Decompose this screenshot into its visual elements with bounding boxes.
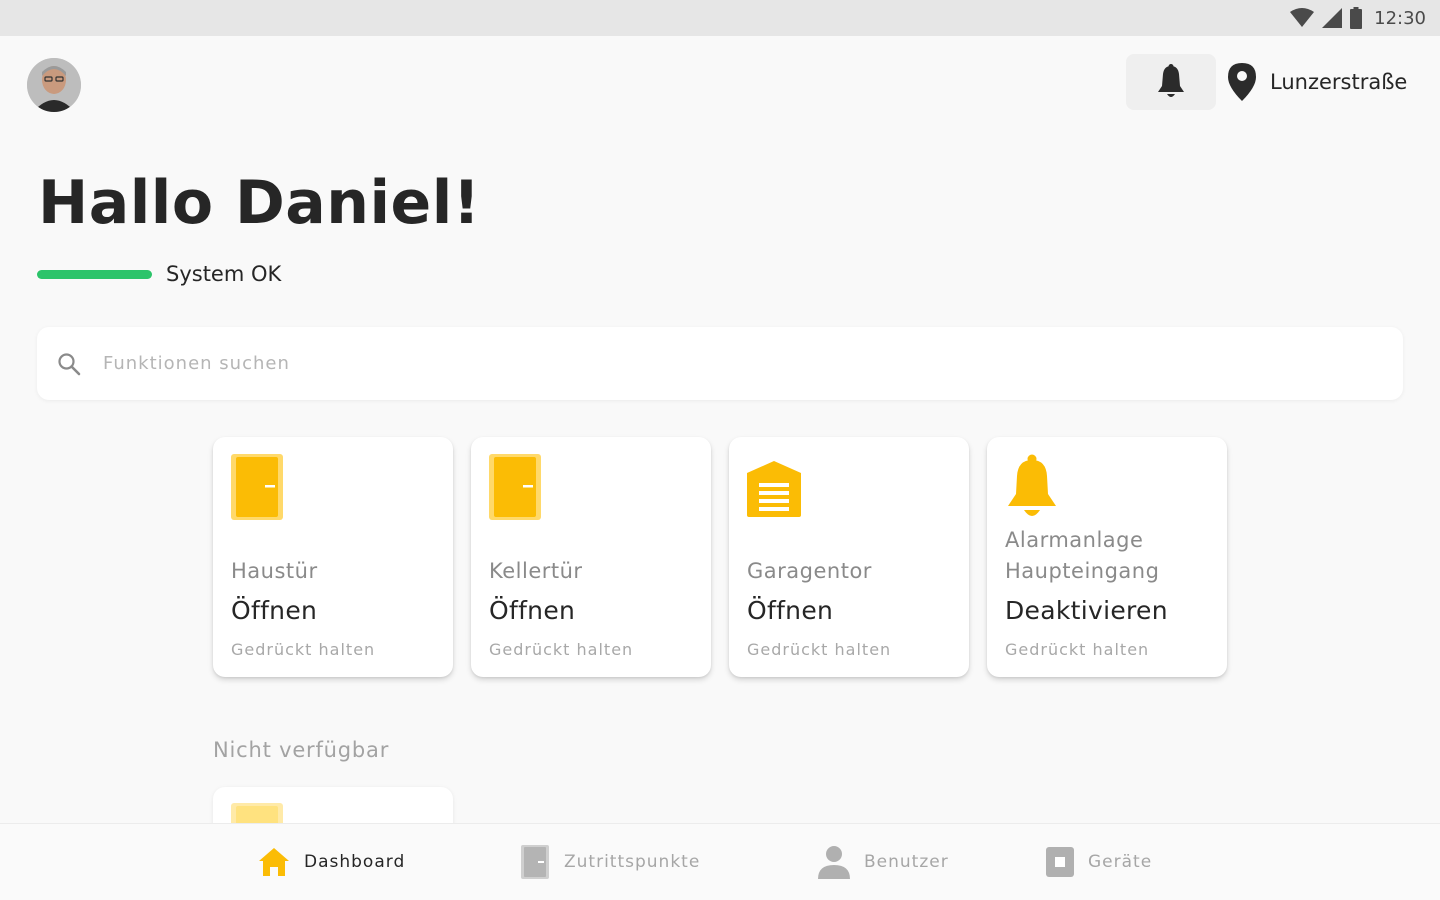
section-title-unavailable: Nicht verfügbar xyxy=(213,738,390,762)
location-pin-icon xyxy=(1228,63,1256,101)
card-action: Öffnen xyxy=(489,596,576,625)
card-action: Öffnen xyxy=(231,596,318,625)
nav-label: Dashboard xyxy=(304,852,406,872)
function-card-haustuer[interactable]: Haustür Öffnen Gedrückt halten xyxy=(213,437,453,677)
bell-icon xyxy=(1158,64,1184,97)
avatar[interactable] xyxy=(27,58,81,112)
door-icon xyxy=(231,454,283,520)
home-icon xyxy=(259,848,289,876)
card-name: Alarmanlage Haupteingang xyxy=(1005,528,1160,583)
location-selector[interactable]: Lunzerstraße xyxy=(1228,60,1407,104)
search-input[interactable] xyxy=(103,353,1303,374)
user-icon xyxy=(818,846,850,879)
nav-item-zutrittspunkte[interactable]: Zutrittspunkte xyxy=(520,844,700,880)
card-name: Kellertür xyxy=(489,559,583,583)
nav-item-geraete[interactable]: Geräte xyxy=(1046,844,1152,880)
door-icon xyxy=(489,454,541,520)
card-name: Haustür xyxy=(231,559,318,583)
system-status: System OK xyxy=(37,262,281,286)
status-text: System OK xyxy=(166,262,282,286)
search-icon xyxy=(58,352,81,375)
nav-label: Benutzer xyxy=(864,852,949,872)
card-action: Deaktivieren xyxy=(1005,596,1168,625)
card-hint: Gedrückt halten xyxy=(1005,640,1150,659)
search-bar[interactable] xyxy=(37,327,1403,400)
nav-label: Geräte xyxy=(1088,852,1153,872)
function-card-kellertuer[interactable]: Kellertür Öffnen Gedrückt halten xyxy=(471,437,711,677)
avatar-image xyxy=(27,58,81,112)
door-icon xyxy=(521,845,549,879)
wifi-icon xyxy=(1290,8,1315,27)
nav-item-dashboard[interactable]: Dashboard xyxy=(258,844,405,880)
card-hint: Gedrückt halten xyxy=(489,640,634,659)
location-label: Lunzerstraße xyxy=(1270,70,1408,94)
device-icon xyxy=(1046,847,1074,877)
card-hint: Gedrückt halten xyxy=(747,640,892,659)
notifications-button[interactable] xyxy=(1126,54,1216,110)
garage-icon xyxy=(747,461,801,517)
cell-signal-icon xyxy=(1322,8,1343,28)
function-card-alarmanlage[interactable]: Alarmanlage Haupteingang Deaktivieren Ge… xyxy=(987,437,1227,677)
status-bar: 12:30 xyxy=(0,0,1440,36)
battery-icon xyxy=(1350,7,1363,29)
status-indicator-bar xyxy=(37,269,152,279)
alarm-bell-icon xyxy=(1008,454,1056,516)
status-time: 12:30 xyxy=(1374,7,1426,29)
card-action: Öffnen xyxy=(747,596,834,625)
bottom-navigation: Dashboard Zutrittspunkte Benutzer Geräte xyxy=(0,823,1440,900)
function-card-garagentor[interactable]: Garagentor Öffnen Gedrückt halten xyxy=(729,437,969,677)
page-title: Hallo Daniel! xyxy=(38,168,481,238)
card-name: Garagentor xyxy=(747,559,872,583)
nav-label: Zutrittspunkte xyxy=(564,852,701,872)
card-hint: Gedrückt halten xyxy=(231,640,376,659)
nav-item-benutzer[interactable]: Benutzer xyxy=(818,844,949,880)
